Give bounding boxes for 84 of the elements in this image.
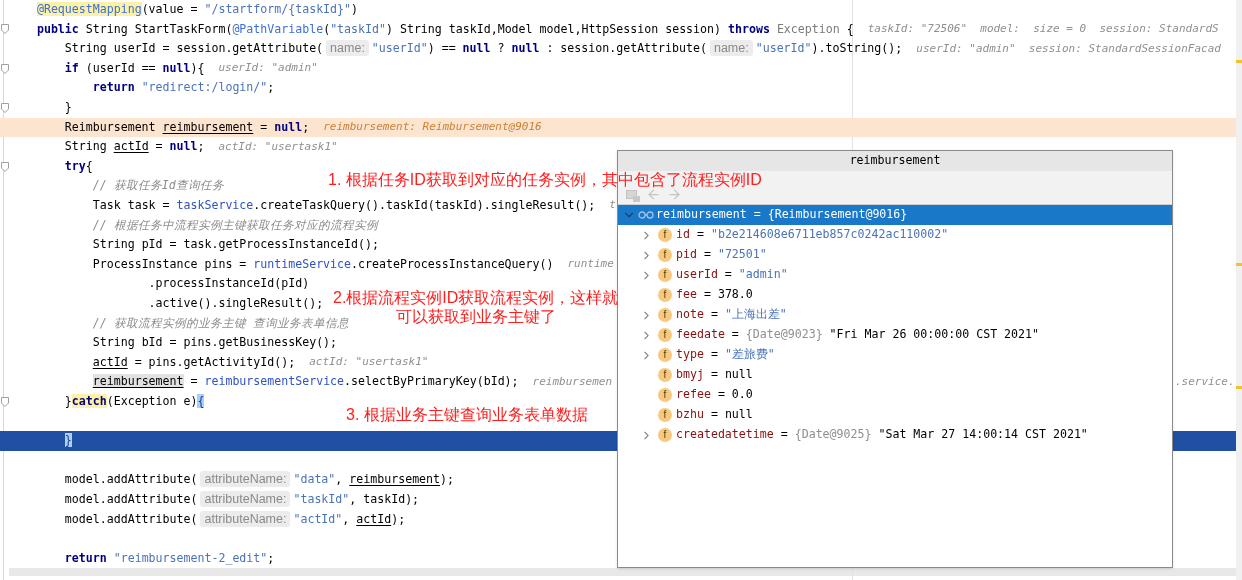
debug-inline-value: actId: "usertask1" [218, 138, 338, 155]
code-line: .processInstanceId(pId) [147, 275, 310, 293]
fold-icon[interactable] [0, 396, 9, 407]
field-value: feedate = {Date@9023} "Fri Mar 26 00:00:00 CST 2021" [676, 326, 1039, 344]
fold-icon[interactable] [0, 102, 9, 113]
field-icon: f [658, 288, 672, 302]
code-line: if (userId == null){ [63, 59, 205, 77]
field-icon: f [658, 348, 672, 362]
field-value: type = "差旅费" [676, 346, 775, 364]
code-line: } [63, 99, 72, 117]
fold-icon[interactable] [0, 161, 9, 172]
tree-row[interactable]: f bmyj = null [618, 365, 1172, 385]
field-icon: f [658, 328, 672, 342]
code-line: // 获取流程实例的业务主键 查询业务表单信息 [91, 314, 349, 332]
field-icon: f [658, 368, 672, 382]
tree-row[interactable]: f feedate = {Date@9023} "Fri Mar 26 00:00:00 CST 2021" [618, 325, 1172, 345]
tree-row[interactable]: f pid = "72501" [618, 245, 1172, 265]
code-line: model.addAttribute( attributeName: "data", reimbursement); [63, 471, 455, 489]
debug-inline-value: runtime [567, 256, 614, 273]
field-icon: f [658, 388, 672, 402]
tree-row[interactable]: f refee = 0.0 [618, 385, 1172, 405]
glasses-icon [638, 211, 654, 219]
debug-inline-value: .service. [1175, 373, 1235, 390]
popup-title: reimbursement [849, 152, 941, 170]
code-line: // 根据任务中流程实例主键获取任务对应的流程实例 [91, 216, 378, 234]
field-value: createdatetime = {Date@9025} "Sat Mar 27 14:00:14 CST 2021" [676, 426, 1088, 444]
code-line: return "reimbursement-2_edit"; [63, 549, 275, 567]
debug-inline-value: taskId: "72506" model: size = 0 session: StandardS [867, 21, 1219, 38]
field-value: fee = 378.0 [676, 286, 753, 304]
tree-row[interactable]: f note = "上海出差" [618, 305, 1172, 325]
fold-icon[interactable] [0, 63, 9, 74]
debug-inline-value: t [609, 197, 616, 214]
code-line: reimbursement = reimbursementService.selectByPrimaryKey(bId); [91, 373, 519, 391]
field-icon: f [658, 308, 672, 322]
field-icon: f [658, 248, 672, 262]
code-line: String bId = pins.getBusinessKey(); [91, 334, 338, 352]
code-line: return "redirect:/login/"; [91, 79, 275, 97]
debug-inline-value: reimbursement: Reimbursement@9016 [323, 119, 542, 136]
tree-row[interactable]: reimbursement = {Reimbursement@9016} [618, 205, 1172, 225]
field-icon: f [658, 408, 672, 422]
field-value: userId = "admin" [676, 266, 788, 284]
field-icon: f [658, 428, 672, 442]
code-line: String actId = null; [63, 138, 205, 156]
field-value: bzhu = null [676, 406, 753, 424]
code-line: @RequestMapping(value = "/startform/{taskId}") [35, 1, 359, 19]
field-value: id = "b2e214608e6711eb857c0242ac110002" [676, 226, 949, 244]
debug-inline-value: actId: "usertask1" [309, 354, 429, 371]
annotation-text: 2.根据流程实例ID获取流程实例，这样就 [333, 288, 619, 307]
tree-row[interactable]: f userId = "admin" [618, 265, 1172, 285]
code-line: model.addAttribute( attributeName: "actId", actId); [63, 510, 406, 528]
code-line: Reimbursement reimbursement = null; [63, 118, 310, 136]
debug-inline-value: reimbursemen [532, 373, 613, 390]
debug-inline-value: userId: "admin" [218, 60, 318, 77]
vertical-scrollbar[interactable] [1236, 0, 1242, 580]
code-line: .active().singleResult(); [147, 295, 324, 312]
forward-arrow-icon[interactable] [667, 187, 682, 202]
annotation-text: 3. 根据业务主键查询业务表单数据 [346, 405, 588, 424]
tree-row[interactable]: f id = "b2e214608e6711eb857c0242ac110002" [618, 225, 1172, 245]
field-icon: f [658, 228, 672, 242]
code-line: actId = pins.getActivityId(); [91, 353, 296, 371]
annotation-text: 1. 根据任务ID获取到对应的任务实例，其中包含了流程实例ID [328, 170, 762, 189]
fold-icon[interactable] [0, 24, 9, 35]
image-icon[interactable] [626, 190, 640, 202]
code-line: String pId = task.getProcessInstanceId(); [91, 236, 379, 254]
field-value: pid = "72501" [676, 246, 767, 264]
tree-row[interactable]: f type = "差旅费" [618, 345, 1172, 365]
code-line: }catch(Exception e){ [63, 392, 205, 410]
code-line: ProcessInstance pins = runtimeService.createProcessInstanceQuery() [91, 255, 554, 273]
horizontal-scrollbar[interactable] [9, 568, 1236, 576]
annotation-text: 可以获取到业务主键了 [395, 307, 556, 326]
field-icon: f [658, 268, 672, 282]
field-value: note = "上海出差" [676, 306, 787, 324]
code-line: public String StartTaskForm(@PathVariable("taskId") String taskId,Model model,HttpSession session) throws Exception { [35, 20, 854, 38]
tree-row[interactable]: f createdatetime = {Date@9025} "Sat Mar 27 14:00:14 CST 2021" [618, 425, 1172, 445]
tree-row[interactable]: f fee = 378.0 [618, 285, 1172, 305]
field-value: refee = 0.0 [676, 386, 753, 404]
code-line: String userId = session.getAttribute( name: "userId") == null ? null : session.getAttribute( name: "userId").toString(); [63, 40, 903, 58]
code-line: // 获取任务Id查询任务 [91, 177, 224, 195]
debug-inline-value: userId: "admin" session: StandardSessionFacad [916, 40, 1221, 57]
code-line: model.addAttribute( attributeName: "taskId", taskId); [63, 490, 420, 509]
tree-row[interactable]: f bzhu = null [618, 405, 1172, 425]
code-line: try{ [63, 157, 93, 175]
field-value: bmyj = null [676, 366, 753, 384]
code-line: Task task = taskService.createTaskQuery().taskId(taskId).singleResult(); [91, 197, 596, 215]
